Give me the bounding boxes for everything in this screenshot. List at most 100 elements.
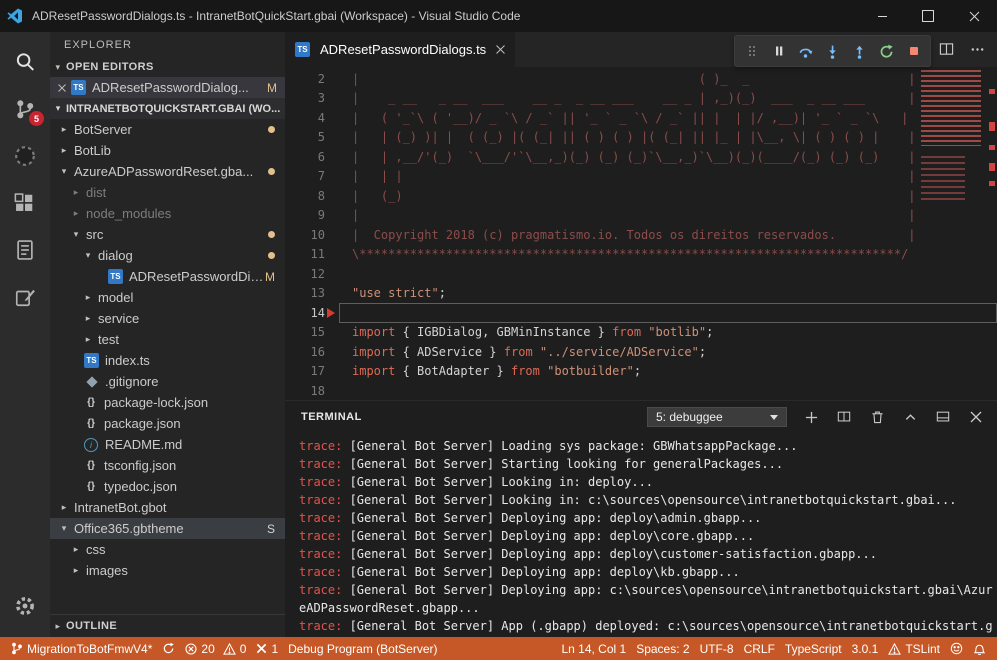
tree-item-images[interactable]: ▸images — [50, 560, 285, 581]
encoding-status[interactable]: UTF-8 — [695, 637, 739, 660]
tree-item-intranetbot-gbot[interactable]: ▸IntranetBot.gbot — [50, 497, 285, 518]
close-panel-button[interactable] — [967, 408, 985, 426]
close-tab-button[interactable] — [496, 45, 505, 54]
tree-item-label: BotLib — [74, 143, 111, 158]
tree-item-package-lock-json[interactable]: package-lock.json — [50, 392, 285, 413]
indentation-status[interactable]: Spaces: 2 — [631, 637, 694, 660]
settings-button[interactable] — [0, 582, 50, 629]
code-line-15[interactable]: 15import { IGBDialog, GBMinInstance } fr… — [285, 323, 997, 343]
code-line-12[interactable]: 12 — [285, 264, 997, 284]
extensions-button[interactable] — [0, 179, 50, 226]
code-line-17[interactable]: 17import { BotAdapter } from "botbuilder… — [285, 362, 997, 382]
tasks-status[interactable]: 1 — [251, 637, 283, 660]
line-number: 2 — [285, 72, 325, 86]
tree-item-office365-gbtheme[interactable]: ▾Office365.gbthemeS — [50, 518, 285, 539]
more-actions-button[interactable] — [970, 42, 985, 57]
stop-button[interactable] — [900, 38, 927, 64]
maximize-panel-button[interactable] — [901, 408, 919, 426]
toolbar-drag-handle[interactable] — [738, 38, 765, 64]
code-line-4[interactable]: 4| ( '_`\ ( '__)/ _ `\ / _` || '_ ` _ `\… — [285, 108, 997, 128]
code-line-13[interactable]: 13"use strict"; — [285, 284, 997, 304]
code-line-16[interactable]: 16import { ADService } from "../service/… — [285, 342, 997, 362]
terminal-instance-dropdown[interactable]: 5: debuggee — [647, 407, 787, 427]
tslint-status[interactable]: TSLint — [883, 637, 945, 660]
minimap[interactable] — [921, 70, 985, 280]
tree-item-src[interactable]: ▾src — [50, 224, 285, 245]
code-token: ; — [706, 325, 713, 339]
eol-status[interactable]: CRLF — [739, 637, 780, 660]
problems-status[interactable]: 20 0 — [180, 637, 251, 660]
new-terminal-button[interactable] — [802, 408, 820, 426]
tree-item-gitignore[interactable]: .gitignore — [50, 371, 285, 392]
git-branch-status[interactable]: MigrationToBotFmwV4* — [6, 637, 157, 660]
kill-terminal-button[interactable] — [868, 408, 886, 426]
tree-item-test[interactable]: ▸test — [50, 329, 285, 350]
tree-item-adresetpassworddial[interactable]: ADResetPasswordDial...M — [50, 266, 285, 287]
toggle-panel-button[interactable] — [934, 408, 952, 426]
split-terminal-button[interactable] — [835, 408, 853, 426]
close-window-button[interactable] — [951, 0, 997, 32]
edit-tools-button[interactable] — [0, 273, 50, 320]
tree-item-service[interactable]: ▸service — [50, 308, 285, 329]
code-line-18[interactable]: 18 — [285, 381, 997, 400]
tree-item-typedoc-json[interactable]: typedoc.json — [50, 476, 285, 497]
tree-item-dist[interactable]: ▸dist — [50, 182, 285, 203]
tree-item-index-ts[interactable]: index.ts — [50, 350, 285, 371]
tree-item-botlib[interactable]: ▸BotLib — [50, 140, 285, 161]
status-left: MigrationToBotFmwV4* 20 0 — [6, 637, 443, 660]
code-token: | | — [352, 208, 916, 222]
minimize-button[interactable] — [859, 0, 905, 32]
open-editor-item[interactable]: ADResetPasswordDialog... M — [50, 77, 285, 98]
code-line-3[interactable]: 3| _ __ _ __ ___ __ _ _ __ ___ __ _ | ,_… — [285, 89, 997, 109]
code-line-14[interactable]: 14 — [285, 303, 997, 323]
typescript-version-status[interactable]: 3.0.1 — [847, 637, 884, 660]
open-editors-header[interactable]: ▾ OPEN EDITORS — [50, 57, 285, 77]
step-into-button[interactable] — [819, 38, 846, 64]
step-over-button[interactable] — [792, 38, 819, 64]
code-token: from — [511, 364, 540, 378]
code-line-10[interactable]: 10| Copyright 2018 (c) pragmatismo.io. T… — [285, 225, 997, 245]
tab-adresetpassworddialogs[interactable]: ADResetPasswordDialogs.ts — [285, 32, 515, 67]
code-line-8[interactable]: 8| (_) | — [285, 186, 997, 206]
pause-button[interactable] — [765, 38, 792, 64]
tree-item-package-json[interactable]: package.json — [50, 413, 285, 434]
step-out-button[interactable] — [846, 38, 873, 64]
tree-item-azureadpasswordreset-gba[interactable]: ▾AzureADPasswordReset.gba... — [50, 161, 285, 182]
notifications-button[interactable] — [968, 637, 991, 660]
code-editor[interactable]: 2| ( )_ _ |3| _ __ _ __ ___ __ _ _ __ __… — [285, 67, 997, 400]
source-control-button[interactable]: 5 — [0, 85, 50, 132]
code-token: from — [504, 345, 533, 359]
tree-item-css[interactable]: ▸css — [50, 539, 285, 560]
search-button[interactable] — [0, 38, 50, 85]
tree-item-model[interactable]: ▸model — [50, 287, 285, 308]
feedback-button[interactable] — [945, 637, 968, 660]
code-line-11[interactable]: 11\*************************************… — [285, 245, 997, 265]
maximize-button[interactable] — [905, 0, 951, 32]
tree-item-tsconfig-json[interactable]: tsconfig.json — [50, 455, 285, 476]
code-token: | | | | — [352, 169, 916, 183]
cursor-position-status[interactable]: Ln 14, Col 1 — [556, 637, 631, 660]
sync-button[interactable] — [157, 637, 180, 660]
terminal-tab[interactable]: TERMINAL — [301, 411, 362, 423]
debug-config-status[interactable]: Debug Program (BotServer) — [283, 637, 442, 660]
restart-button[interactable] — [873, 38, 900, 64]
close-editor-button[interactable] — [58, 84, 66, 92]
code-line-7[interactable]: 7| | | | — [285, 167, 997, 187]
step-out-icon — [852, 44, 867, 59]
language-mode-status[interactable]: TypeScript — [780, 637, 847, 660]
split-editor-button[interactable] — [939, 42, 954, 57]
explorer-button[interactable] — [0, 226, 50, 273]
debug-button[interactable] — [0, 132, 50, 179]
tree-item-dialog[interactable]: ▾dialog — [50, 245, 285, 266]
tree-item-node-modules[interactable]: ▸node_modules — [50, 203, 285, 224]
code-line-5[interactable]: 5| | (_) )| | ( (_) |( (_| || ( ) ( ) |(… — [285, 128, 997, 148]
grip-icon — [747, 44, 757, 58]
overview-ruler[interactable] — [987, 67, 997, 400]
outline-header[interactable]: ▸ OUTLINE — [50, 614, 285, 637]
tree-item-readme-md[interactable]: README.md — [50, 434, 285, 455]
code-line-9[interactable]: 9| | — [285, 206, 997, 226]
workspace-folder-header[interactable]: ▾ INTRANETBOTQUICKSTART.GBAI (WO... — [50, 98, 285, 119]
code-line-2[interactable]: 2| ( )_ _ | — [285, 69, 997, 89]
code-line-6[interactable]: 6| | ,__/'(_) `\___/'`\__,_)(_) (_) (_)`… — [285, 147, 997, 167]
tree-item-botserver[interactable]: ▸BotServer — [50, 119, 285, 140]
